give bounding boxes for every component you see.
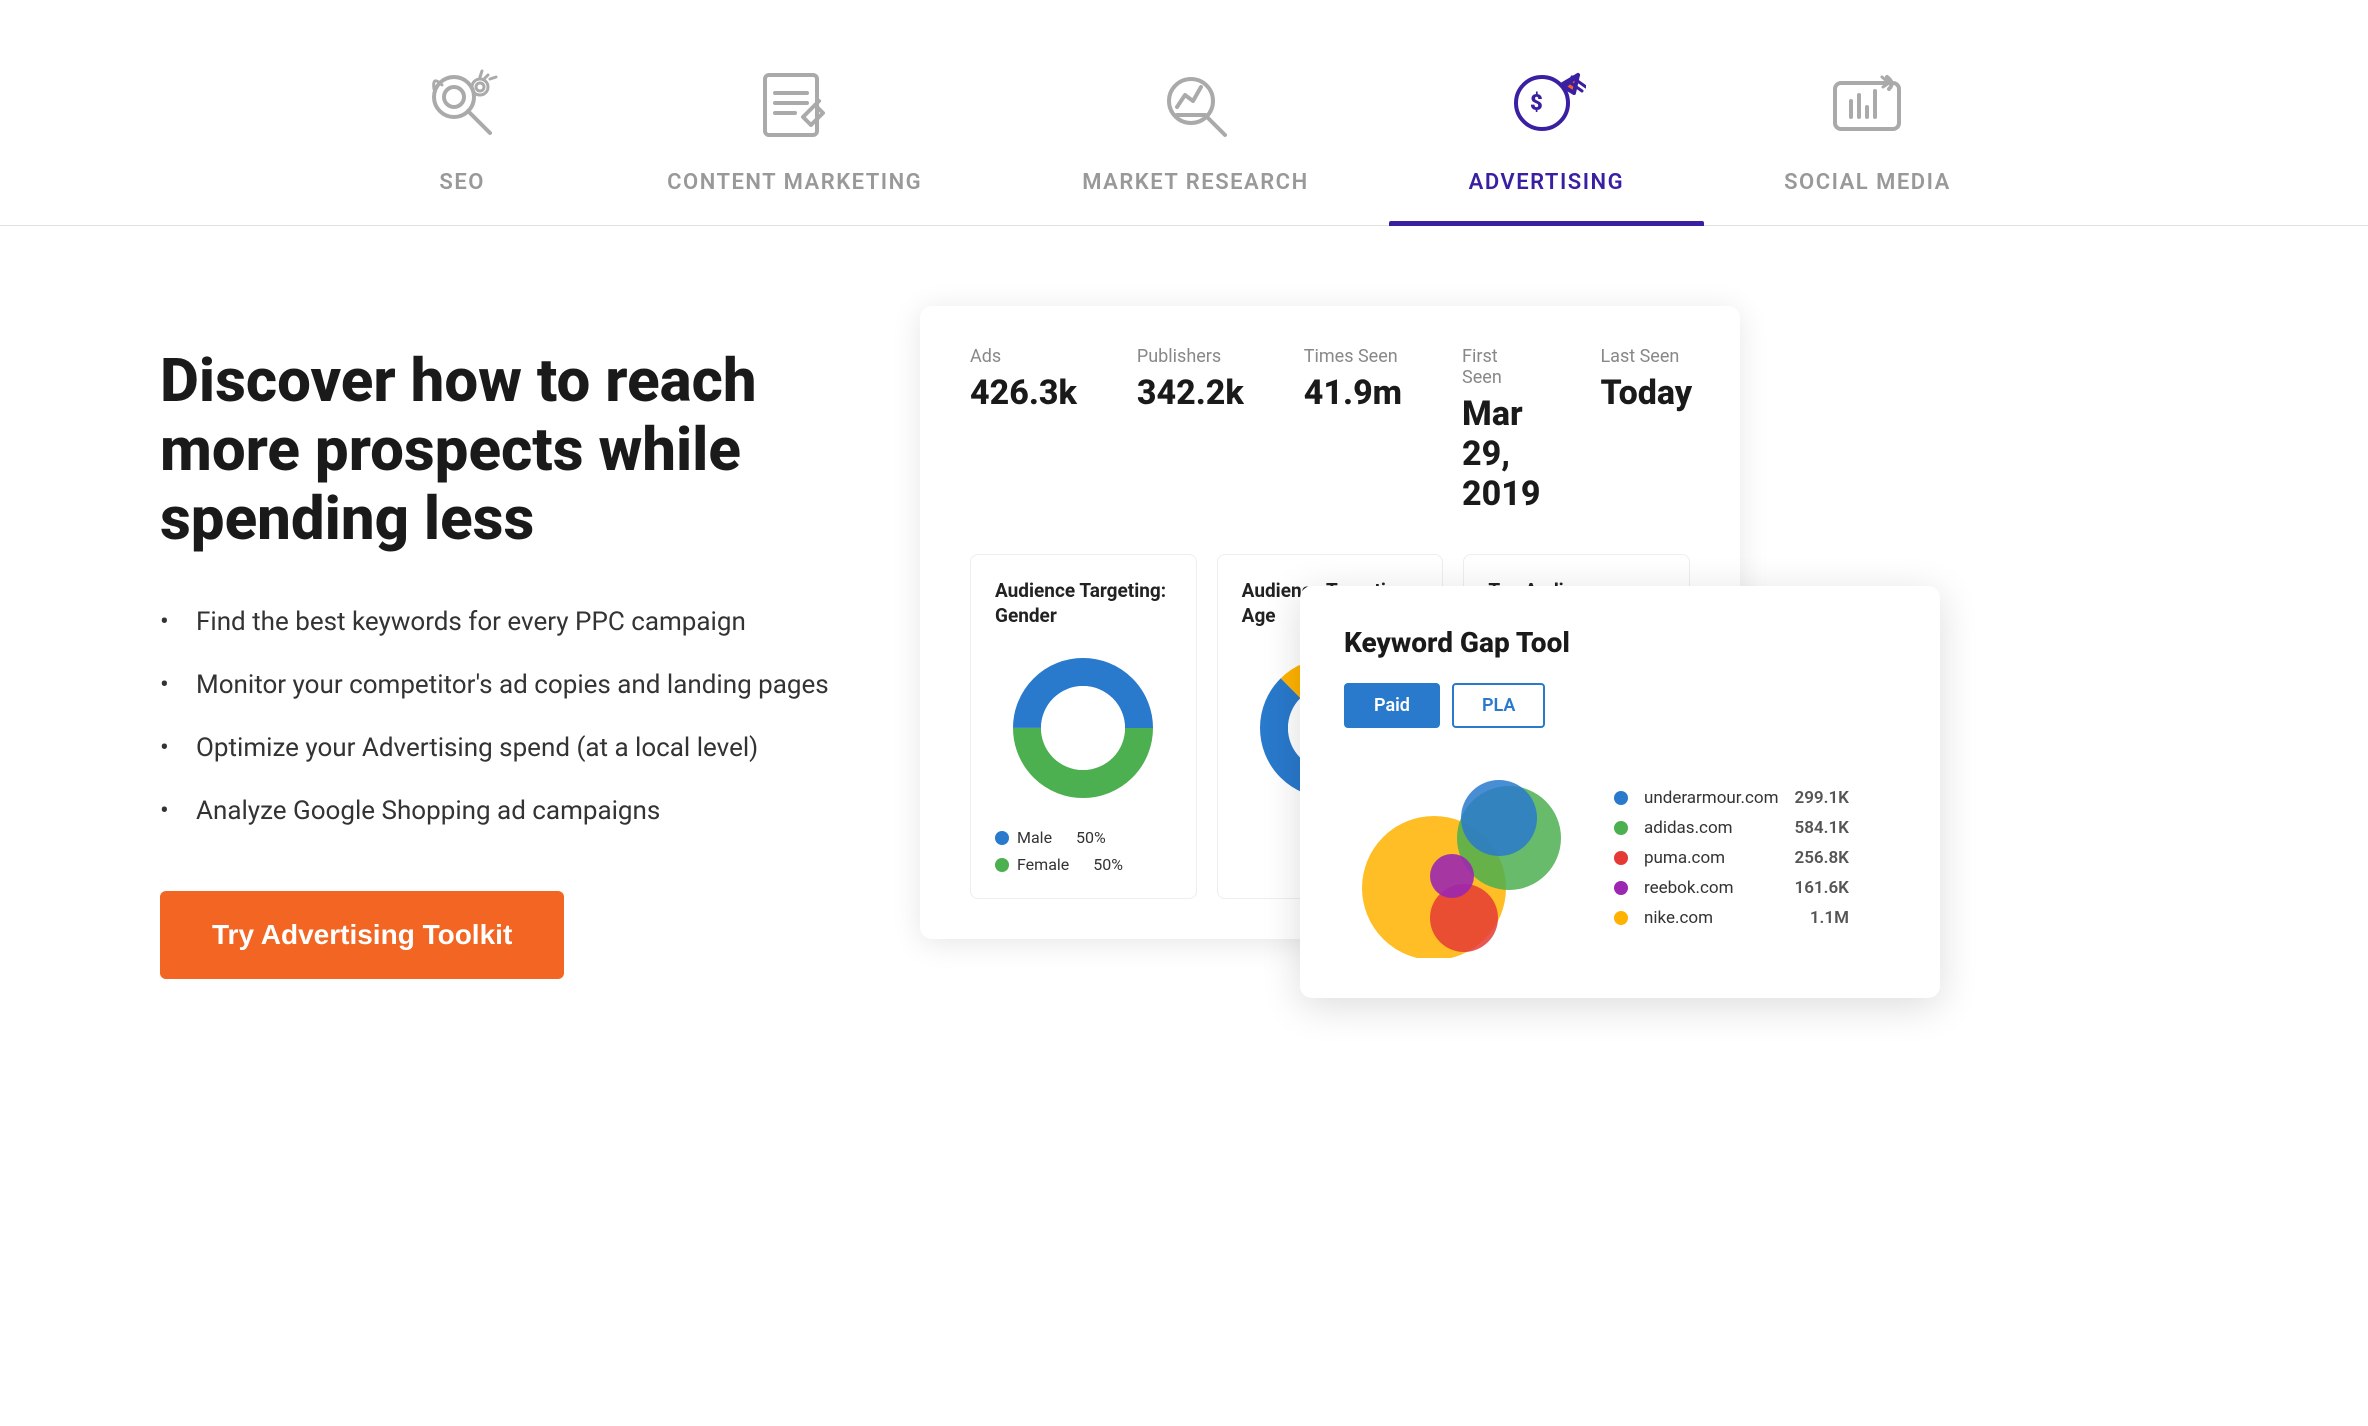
puma-value: 256.8K: [1795, 848, 1849, 868]
social-media-label: SOCIAL MEDIA: [1784, 170, 1951, 195]
right-content: Ads 426.3k Publishers 342.2k Times Seen …: [920, 306, 2208, 906]
bubble-chart: [1344, 758, 1584, 958]
cta-button[interactable]: Try Advertising Toolkit: [160, 891, 564, 979]
adidas-value: 584.1K: [1795, 818, 1849, 838]
list-item: Find the best keywords for every PPC cam…: [160, 603, 840, 642]
main-heading: Discover how to reach more prospects whi…: [160, 346, 840, 553]
underarmour-value: 299.1K: [1795, 788, 1849, 808]
svg-text:$: $: [1530, 91, 1543, 116]
adidas-name: adidas.com: [1644, 818, 1779, 838]
puma-name: puma.com: [1644, 848, 1779, 868]
nike-name: nike.com: [1644, 908, 1794, 928]
bullet-list: Find the best keywords for every PPC cam…: [160, 603, 840, 831]
tab-advertising[interactable]: $ ADVERTISING: [1389, 40, 1704, 225]
male-label: Male: [1017, 828, 1052, 847]
legend-puma: puma.com 256.8K: [1614, 848, 1849, 868]
stat-first-seen: First Seen Mar 29, 2019: [1462, 346, 1540, 514]
male-dot: [995, 831, 1009, 845]
stat-first-seen-label: First Seen: [1462, 346, 1540, 388]
stat-ads: Ads 426.3k: [970, 346, 1077, 514]
reebok-dot: [1614, 881, 1628, 895]
content-marketing-icon: [750, 60, 840, 150]
audience-gender-title: Audience Targeting: Gender: [995, 579, 1172, 628]
kwgap-legend: underarmour.com 299.1K adidas.com 584.1K…: [1614, 788, 1849, 928]
stat-publishers-value: 342.2k: [1137, 373, 1244, 413]
nav-tabs: SEO CONTENT MARKETING MARKET RESEA: [0, 0, 2368, 226]
female-value: 50%: [1093, 855, 1123, 874]
advertising-icon: $: [1501, 60, 1591, 150]
legend-female: Female 50%: [995, 855, 1172, 874]
kwgap-tab-pla[interactable]: PLA: [1452, 683, 1545, 728]
kwgap-title: Keyword Gap Tool: [1344, 626, 1896, 659]
legend-male: Male 50%: [995, 828, 1172, 847]
market-research-label: MARKET RESEARCH: [1082, 170, 1308, 195]
nike-value: 1.1M: [1810, 908, 1849, 928]
stat-ads-label: Ads: [970, 346, 1077, 367]
seo-label: SEO: [439, 170, 485, 195]
stat-times-seen-label: Times Seen: [1304, 346, 1402, 367]
list-item: Analyze Google Shopping ad campaigns: [160, 792, 840, 831]
stat-last-seen: Last Seen Today: [1600, 346, 1692, 514]
reebok-value: 161.6K: [1795, 878, 1849, 898]
keyword-gap-card: Keyword Gap Tool Paid PLA: [1300, 586, 1940, 998]
legend-nike: nike.com 1.1M: [1614, 908, 1849, 928]
underarmour-name: underarmour.com: [1644, 788, 1779, 808]
content-marketing-label: CONTENT MARKETING: [667, 170, 922, 195]
tab-social-media[interactable]: SOCIAL MEDIA: [1704, 40, 2031, 225]
reebok-name: reebok.com: [1644, 878, 1779, 898]
stat-last-seen-label: Last Seen: [1600, 346, 1692, 367]
stat-times-seen: Times Seen 41.9m: [1304, 346, 1402, 514]
tab-content-marketing[interactable]: CONTENT MARKETING: [587, 40, 1002, 225]
female-label: Female: [1017, 855, 1069, 874]
audience-gender-card: Audience Targeting: Gender Male: [970, 554, 1197, 899]
nike-dot: [1614, 911, 1628, 925]
male-value: 50%: [1076, 828, 1106, 847]
list-item: Optimize your Advertising spend (at a lo…: [160, 729, 840, 768]
legend-underarmour: underarmour.com 299.1K: [1614, 788, 1849, 808]
main-content: Discover how to reach more prospects whi…: [0, 226, 2368, 1059]
legend-adidas: adidas.com 584.1K: [1614, 818, 1849, 838]
donut-gender-chart: [1003, 648, 1163, 808]
adidas-dot: [1614, 821, 1628, 835]
stat-first-seen-value: Mar 29, 2019: [1462, 394, 1540, 514]
stat-publishers-label: Publishers: [1137, 346, 1244, 367]
stats-row: Ads 426.3k Publishers 342.2k Times Seen …: [970, 346, 1690, 514]
kwgap-tab-paid[interactable]: Paid: [1344, 683, 1440, 728]
stat-publishers: Publishers 342.2k: [1137, 346, 1244, 514]
stat-ads-value: 426.3k: [970, 373, 1077, 413]
social-media-icon: [1822, 60, 1912, 150]
tab-market-research[interactable]: MARKET RESEARCH: [1002, 40, 1388, 225]
gender-legend: Male 50% Female 50%: [995, 828, 1172, 874]
stat-times-seen-value: 41.9m: [1304, 373, 1402, 413]
puma-dot: [1614, 851, 1628, 865]
market-research-icon: [1150, 60, 1240, 150]
stat-last-seen-value: Today: [1600, 373, 1692, 413]
left-content: Discover how to reach more prospects whi…: [160, 306, 840, 979]
kwgap-content: underarmour.com 299.1K adidas.com 584.1K…: [1344, 758, 1896, 958]
underarmour-dot: [1614, 791, 1628, 805]
list-item: Monitor your competitor's ad copies and …: [160, 666, 840, 705]
kwgap-tabs: Paid PLA: [1344, 683, 1896, 728]
female-dot: [995, 858, 1009, 872]
advertising-label: ADVERTISING: [1469, 170, 1624, 195]
legend-reebok: reebok.com 161.6K: [1614, 878, 1849, 898]
seo-icon: [417, 60, 507, 150]
tab-seo[interactable]: SEO: [337, 40, 587, 225]
